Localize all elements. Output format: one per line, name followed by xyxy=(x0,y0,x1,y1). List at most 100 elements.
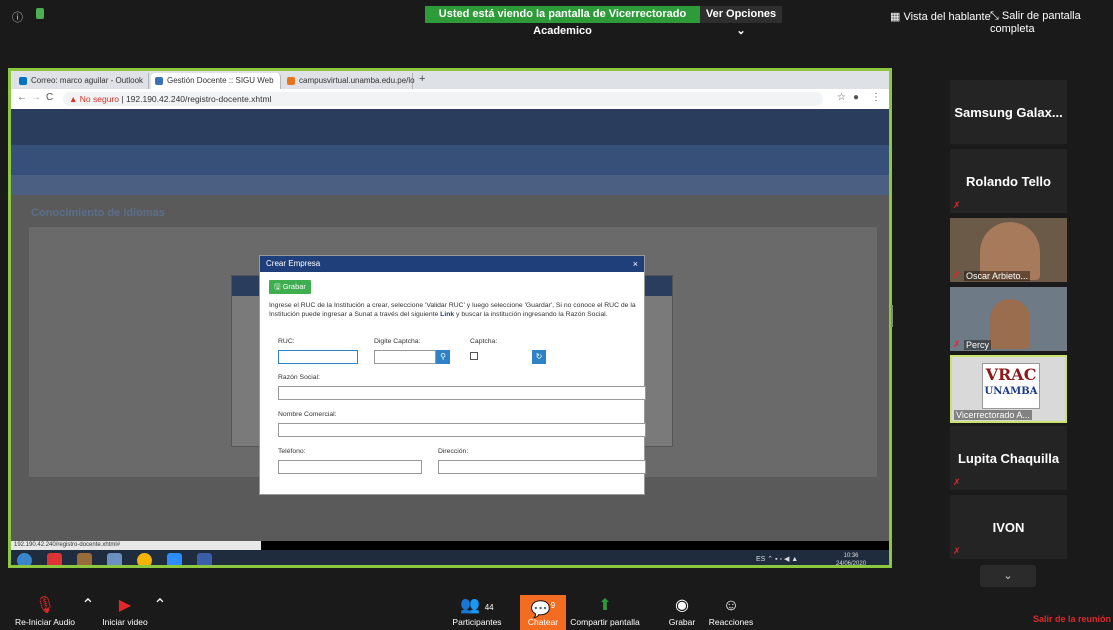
participant-tile[interactable]: ✗ Oscar Arbieto... xyxy=(950,218,1067,282)
record-icon: ◉ xyxy=(675,597,689,614)
splitter-handle[interactable] xyxy=(891,305,893,327)
reactions-button[interactable]: ☺ Reacciones xyxy=(706,595,756,627)
captcha-checkbox[interactable] xyxy=(470,352,478,360)
search-icon[interactable]: ⚲ xyxy=(436,350,450,364)
star-icon[interactable]: ☆ xyxy=(837,92,846,103)
participant-name: Vicerrectorado A... xyxy=(954,410,1032,420)
nombre-comercial-input[interactable] xyxy=(278,423,646,437)
razon-social-input[interactable] xyxy=(278,386,646,400)
start-icon[interactable] xyxy=(17,553,32,565)
ruc-input[interactable] xyxy=(278,350,358,364)
pdf-icon[interactable] xyxy=(47,553,62,565)
info-icon[interactable]: ⓘ xyxy=(12,9,23,25)
url-field[interactable]: ▲ No seguro | 192.190.42.240/registro-do… xyxy=(63,92,823,106)
lock-icon xyxy=(36,8,44,19)
app-breadcrumb xyxy=(11,175,889,195)
participant-tile[interactable]: IVON ✗ xyxy=(950,495,1067,559)
grid-icon: ▦ xyxy=(890,11,904,23)
participant-tile[interactable]: Lupita Chaquilla ✗ xyxy=(950,426,1067,490)
warning-icon: ▲ xyxy=(69,94,80,104)
participant-name: Percy xyxy=(964,340,992,350)
muted-mic-icon: 🎙 xyxy=(34,597,56,614)
muted-mic-icon: ✗ xyxy=(953,477,961,487)
audio-button[interactable]: 🎙 Re-Iniciar Audio xyxy=(0,595,90,627)
moodle-icon xyxy=(287,77,295,85)
direccion-input[interactable] xyxy=(438,460,646,474)
save-button[interactable]: 🖫 Grabar xyxy=(269,280,311,294)
app-header xyxy=(11,109,889,145)
back-icon[interactable]: ← xyxy=(17,92,27,103)
participant-name: Rolando Tello xyxy=(966,173,1051,189)
close-icon[interactable]: × xyxy=(633,256,638,272)
video-feed xyxy=(990,299,1030,349)
video-off-icon: ▶ xyxy=(118,597,132,614)
video-options-chevron[interactable]: ⌃ xyxy=(150,595,170,617)
nombre-comercial-label: Nombre Comercial: xyxy=(278,411,337,418)
participant-tile-active-speaker[interactable]: VRAC UNAMBA Vicerrectorado A... xyxy=(950,355,1067,423)
tab-label: Correo: marco aguilar - Outlook xyxy=(31,76,144,85)
app-icon[interactable] xyxy=(77,553,92,565)
captcha-label: Captcha: xyxy=(470,338,498,345)
speaker-view-button[interactable]: ▦ Vista del hablante xyxy=(890,10,991,23)
razon-social-label: Razón Social: xyxy=(278,374,320,381)
audio-options-chevron[interactable]: ⌃ xyxy=(78,595,98,617)
crear-empresa-dialog: Crear Empresa × 🖫 Grabar Ingrese el RUC d… xyxy=(259,255,646,495)
chevron-down-icon[interactable]: ⌄ xyxy=(980,565,1036,587)
direccion-label: Dirección: xyxy=(438,448,469,455)
tab-sigu[interactable]: Gestión Docente :: SIGU Web ✕ xyxy=(151,73,281,101)
share-screen-button[interactable]: ⬆ Compartir pantalla xyxy=(552,595,658,627)
web-page: Conocimiento de Idiomas Crear Empresa × 🖫… xyxy=(11,109,889,541)
app-icon-2[interactable] xyxy=(197,553,212,565)
chrome-icon[interactable] xyxy=(137,553,152,565)
muted-mic-icon: ✗ xyxy=(953,339,961,349)
new-tab-button[interactable]: + xyxy=(419,73,425,85)
zoom-icon[interactable] xyxy=(167,553,182,565)
speaker-view-label: Vista del hablante xyxy=(903,11,991,23)
status-bar-url: 192.190.42.240/registro-docente.xhtml# xyxy=(11,541,261,550)
record-button[interactable]: ◉ Grabar xyxy=(662,595,702,627)
telefono-label: Teléfono: xyxy=(278,448,306,455)
windows-taskbar: ES ⌃ ▪ ▫ ◀ ▲ 10:36 24/06/2020 xyxy=(11,550,889,567)
participants-count: 44 xyxy=(484,603,494,612)
files-icon[interactable] xyxy=(107,553,122,565)
tab-label: campusvirtual.unamba.edu.pe/lo xyxy=(299,76,415,85)
date: 24/06/2020 xyxy=(836,561,867,567)
share-label: Compartir pantalla xyxy=(570,617,640,627)
section-title: Conocimiento de Idiomas xyxy=(31,207,165,219)
participant-tile[interactable]: Samsung Galax... xyxy=(950,80,1067,144)
profile-icon[interactable]: ● xyxy=(853,92,859,103)
participant-name: IVON xyxy=(992,519,1025,535)
participant-tile[interactable]: Rolando Tello ✗ xyxy=(950,149,1067,213)
forward-icon[interactable]: → xyxy=(31,92,41,103)
clock: 10:36 24/06/2020 xyxy=(836,552,867,567)
leave-meeting-button[interactable]: Salir de la reunión xyxy=(1033,614,1111,624)
participant-tile[interactable]: ✗ Percy xyxy=(950,287,1067,351)
url-text: 192.190.42.240/registro-docente.xhtml xyxy=(125,94,272,104)
collapse-icon: ⤡ xyxy=(990,10,1002,22)
system-tray: ES ⌃ ▪ ▫ ◀ ▲ xyxy=(756,556,799,563)
address-bar: ← → C ▲ No seguro | 192.190.42.240/regis… xyxy=(11,89,889,110)
tab-campus[interactable]: campusvirtual.unamba.edu.pe/lo ✕ xyxy=(283,73,415,101)
save-label: Grabar xyxy=(282,282,306,291)
shared-screen: Correo: marco aguilar - Outlook ✕ Gestió… xyxy=(8,68,892,568)
view-options-button[interactable]: Ver Opciones ⌄ xyxy=(700,6,782,37)
sunat-link[interactable]: Link xyxy=(440,311,454,318)
video-button[interactable]: ▶ Iniciar video xyxy=(98,595,152,627)
refresh-icon[interactable]: ↻ xyxy=(532,350,546,364)
time: 10:36 xyxy=(843,553,859,559)
dialog-instructions: Ingrese el RUC de la Institución a crear… xyxy=(269,302,639,319)
browser-tab-bar: Correo: marco aguilar - Outlook ✕ Gestió… xyxy=(11,71,889,101)
exit-fullscreen-button[interactable]: ⤡ Salir de pantalla completa xyxy=(990,10,1113,35)
tab-outlook[interactable]: Correo: marco aguilar - Outlook ✕ xyxy=(15,73,149,101)
instructions-text-end: y buscar la institución ingresando la Ra… xyxy=(454,310,608,318)
menu-icon[interactable]: ⋮ xyxy=(871,92,881,103)
not-secure-label: No seguro xyxy=(79,94,119,104)
participants-button[interactable]: 👥 44 Participantes xyxy=(440,595,514,627)
reload-icon[interactable]: C xyxy=(46,92,53,103)
captcha-input[interactable] xyxy=(374,350,436,364)
telefono-input[interactable] xyxy=(278,460,422,474)
reactions-label: Reacciones xyxy=(708,617,754,627)
participants-icon: 👥 44 xyxy=(460,597,494,614)
muted-mic-icon: ✗ xyxy=(953,200,961,210)
page-icon xyxy=(155,77,163,85)
